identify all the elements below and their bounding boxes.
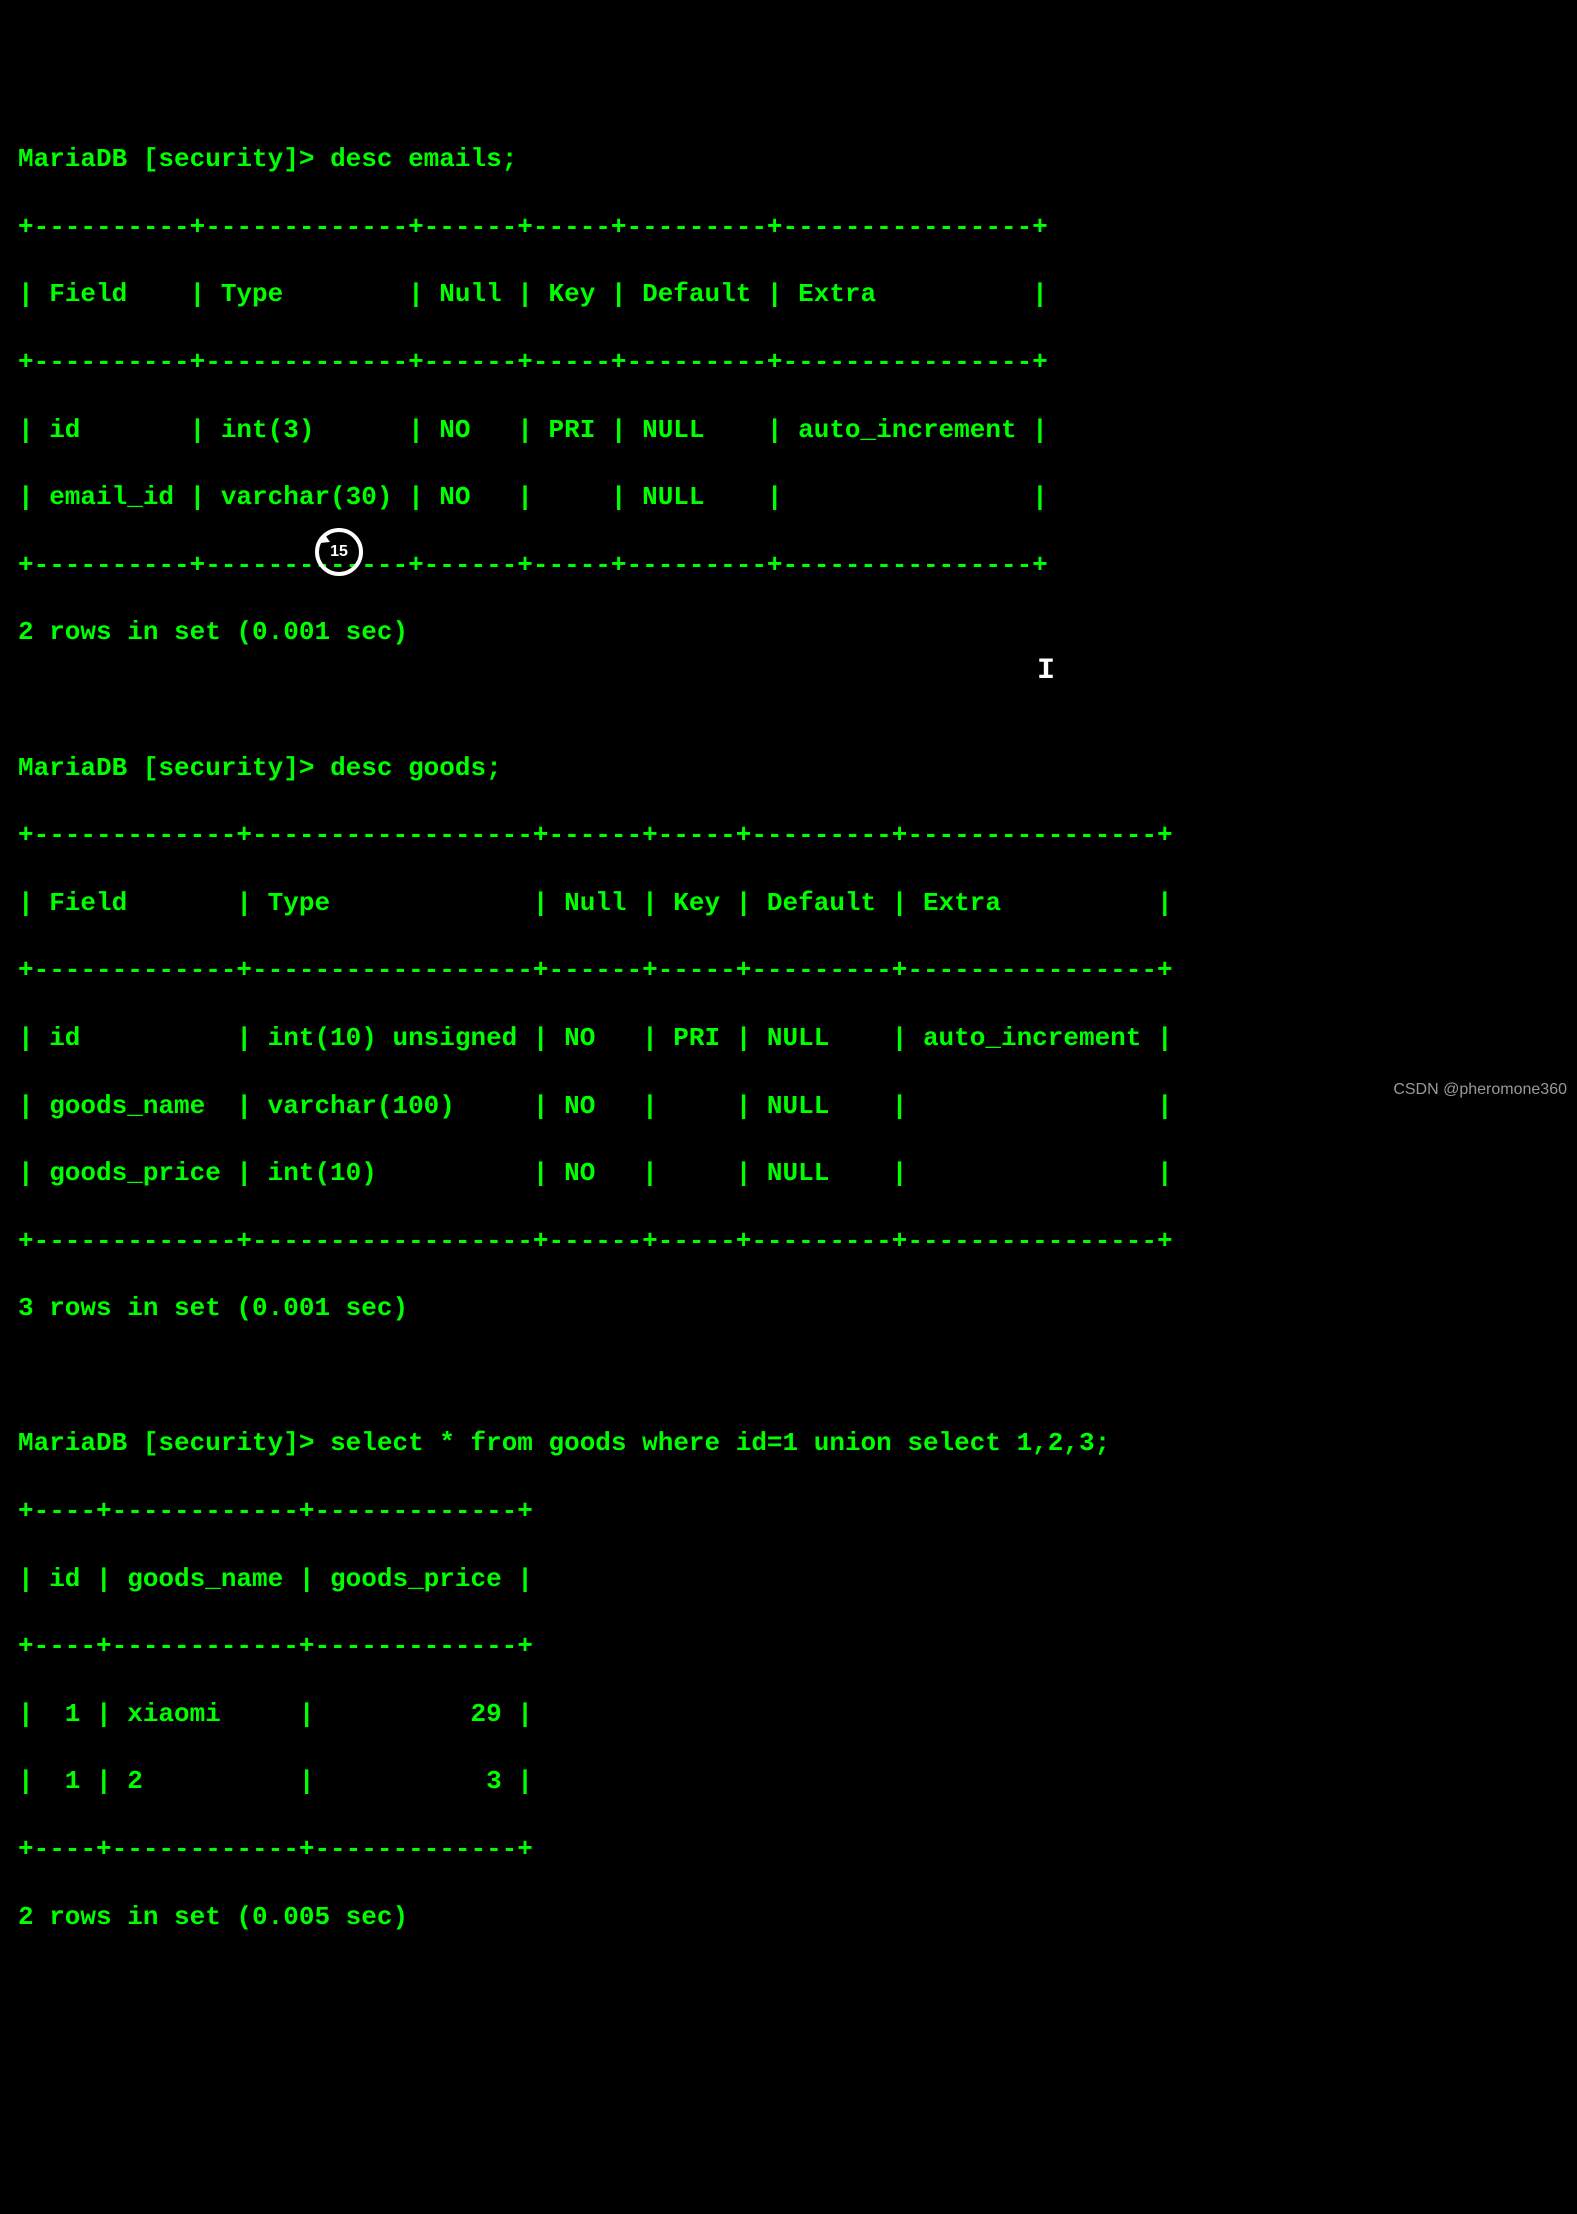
blank-1 [18,684,1559,718]
table2-border-top: +-------------+------------------+------… [18,819,1559,853]
command-1: desc emails; [330,144,517,174]
prompt-text: MariaDB [security]> [18,1428,314,1458]
command-3: select * from goods where id=1 union sel… [330,1428,1110,1458]
table1-row1: | id | int(3) | NO | PRI | NULL | auto_i… [18,414,1559,448]
text-cursor-icon: I [1037,656,1055,686]
prompt-line-2[interactable]: MariaDB [security]> desc goods; [18,752,1559,786]
rewind-label: 15 [330,542,348,563]
table2-row3: | goods_price | int(10) | NO | | NULL | … [18,1157,1559,1191]
table1-header: | Field | Type | Null | Key | Default | … [18,278,1559,312]
rewind-15-icon[interactable]: 15 [312,525,366,579]
result-3: 2 rows in set (0.005 sec) [18,1901,1559,1935]
table3-row1: | 1 | xiaomi | 29 | [18,1698,1559,1732]
result-2: 3 rows in set (0.001 sec) [18,1292,1559,1326]
blank-2 [18,1360,1559,1394]
table3-header: | id | goods_name | goods_price | [18,1563,1559,1597]
table1-border-top: +----------+-------------+------+-----+-… [18,211,1559,245]
result-1: 2 rows in set (0.001 sec) [18,616,1559,650]
watermark: CSDN @pheromone360 [1393,1080,1567,1101]
prompt-text: MariaDB [security]> [18,144,314,174]
table1-border-mid: +----------+-------------+------+-----+-… [18,346,1559,380]
table3-border-bot: +----+------------+-------------+ [18,1833,1559,1867]
prompt-line-3[interactable]: MariaDB [security]> select * from goods … [18,1427,1559,1461]
table2-border-mid: +-------------+------------------+------… [18,954,1559,988]
table2-row2: | goods_name | varchar(100) | NO | | NUL… [18,1090,1559,1124]
command-2: desc goods; [330,753,502,783]
prompt-line-1[interactable]: MariaDB [security]> desc emails; [18,143,1559,177]
table3-border-top: +----+------------+-------------+ [18,1495,1559,1529]
table3-row2: | 1 | 2 | 3 | [18,1765,1559,1799]
table2-border-bot: +-------------+------------------+------… [18,1225,1559,1259]
table1-border-bot: +----------+-------------+------+-----+-… [18,549,1559,583]
table2-row1: | id | int(10) unsigned | NO | PRI | NUL… [18,1022,1559,1056]
table2-header: | Field | Type | Null | Key | Default | … [18,887,1559,921]
table1-row2: | email_id | varchar(30) | NO | | NULL |… [18,481,1559,515]
prompt-text: MariaDB [security]> [18,753,314,783]
table3-border-mid: +----+------------+-------------+ [18,1630,1559,1664]
